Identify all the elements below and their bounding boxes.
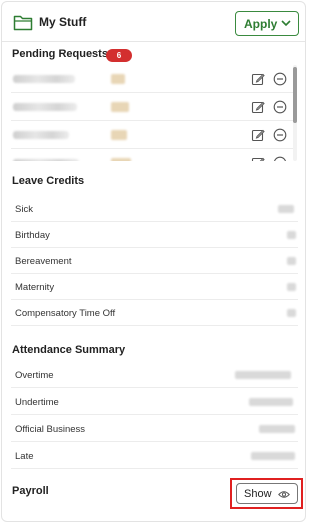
minus-circle-icon[interactable] [273,128,287,142]
leave-credit-label: Birthday [15,230,50,241]
leave-credit-label: Sick [15,204,33,215]
redacted-credit-value [287,231,296,239]
attendance-label: Late [15,451,34,462]
redacted-request-name [13,103,77,111]
leave-credit-label: Compensatory Time Off [15,308,116,319]
edit-icon[interactable] [251,100,265,114]
minus-circle-icon[interactable] [273,156,287,161]
redacted-request-value [111,102,129,112]
redacted-request-name [13,131,69,139]
panel-title: My Stuff [39,15,87,29]
leave-credit-row: Maternity [11,274,298,300]
leave-credit-row: Sick [11,196,298,222]
redacted-credit-value [287,283,296,291]
leave-credit-row: Compensatory Time Off [11,300,298,326]
minus-circle-icon[interactable] [273,72,287,86]
redacted-request-value [111,74,125,84]
redacted-credit-value [287,309,296,317]
show-payroll-button[interactable]: Show [236,483,298,504]
redacted-credit-value [278,205,294,213]
pending-request-row[interactable] [11,93,293,121]
leave-credit-row: Bereavement [11,248,298,274]
redacted-attendance-value [251,452,295,460]
pending-count-badge: 6 [106,49,132,62]
edit-icon[interactable] [251,128,265,142]
leave-credit-row: Birthday [11,222,298,248]
redacted-request-name [13,75,75,83]
redacted-request-value [111,130,127,140]
leave-credit-label: Bereavement [15,256,72,267]
redacted-attendance-value [235,371,291,379]
attendance-row: Late [11,443,298,469]
pending-request-row[interactable] [11,149,293,161]
pending-requests-title: Pending Requests [12,48,108,60]
pending-request-row[interactable] [11,121,293,149]
redacted-credit-value [287,257,296,265]
edit-icon[interactable] [251,156,265,161]
minus-circle-icon[interactable] [273,100,287,114]
leave-credit-label: Maternity [15,282,55,293]
attendance-row: Official Business [11,416,298,442]
my-stuff-panel: My Stuff Apply Pending Requests 6 Leave … [1,1,306,522]
show-button-label: Show [244,488,272,500]
attendance-summary-title: Attendance Summary [12,344,126,356]
leave-credits-title: Leave Credits [12,175,85,187]
attendance-label: Overtime [15,370,54,381]
attendance-label: Official Business [15,424,86,435]
pending-requests-list[interactable] [11,65,293,161]
apply-button-label: Apply [244,17,278,31]
redacted-request-name [13,159,79,161]
redacted-attendance-value [249,398,293,406]
apply-button[interactable]: Apply [235,11,299,36]
pending-list-scrollbar[interactable] [293,65,297,161]
payroll-title: Payroll [12,485,49,497]
folder-icon [13,15,33,31]
attendance-row: Undertime [11,389,298,415]
attendance-row: Overtime [11,362,298,388]
edit-icon[interactable] [251,72,265,86]
redacted-attendance-value [259,425,295,433]
scrollbar-thumb[interactable] [293,67,297,123]
eye-icon [278,491,290,498]
pending-request-row[interactable] [11,65,293,93]
redacted-request-value [111,158,131,161]
panel-header: My Stuff Apply [2,2,305,42]
chevron-down-icon [281,20,291,27]
attendance-label: Undertime [15,397,59,408]
